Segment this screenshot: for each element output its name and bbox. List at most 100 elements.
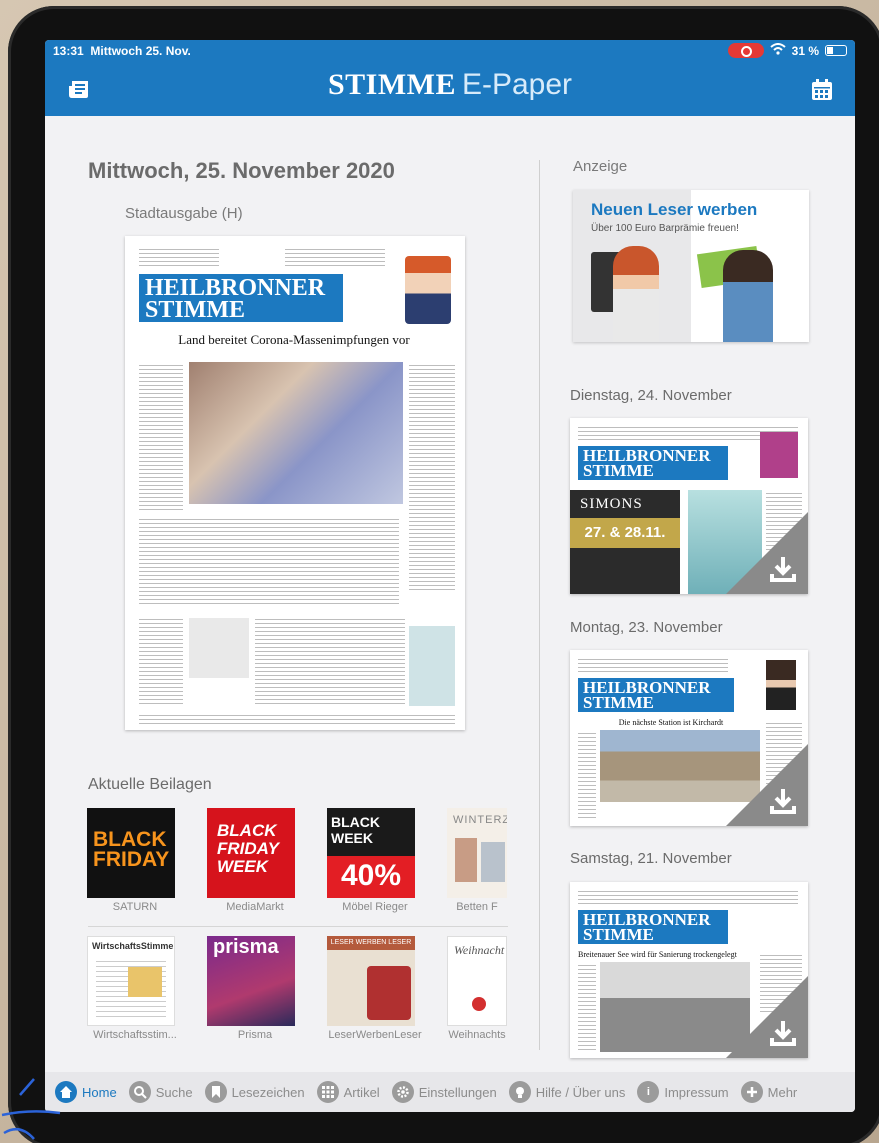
ad-subtitle: Über 100 Euro Barprämie freuen!	[591, 223, 739, 234]
search-icon	[128, 1081, 151, 1103]
past-issue-cover[interactable]: HEILBRONNER STIMME Breitenauer See wird f…	[570, 882, 808, 1058]
insert-label: Betten F	[456, 901, 498, 913]
edition-label: Stadtausgabe (H)	[125, 205, 243, 222]
insert-thumbnail: BLACK FRIDAY	[87, 808, 175, 898]
issue-date-title: Mittwoch, 25. November 2020	[88, 158, 395, 183]
gear-icon	[391, 1081, 414, 1103]
app-screen: 13:31 Mittwoch 25. Nov. 31 % STIMME E-Pap…	[45, 40, 855, 1112]
insert-thumbnail: LESER WERBEN LESER	[327, 936, 415, 1026]
cover-text-column	[139, 616, 183, 706]
past-issue-label: Montag, 23. November	[570, 619, 723, 636]
ad-person-image	[613, 246, 659, 342]
download-icon[interactable]	[768, 1018, 798, 1048]
past-issue-cover[interactable]: HEILBRONNER STIMME Die nächste Station is…	[570, 650, 808, 826]
cover-ad-box	[409, 626, 455, 706]
status-indicators: 31 %	[727, 43, 847, 58]
app-header: 13:31 Mittwoch 25. Nov. 31 % STIMME E-Pap…	[45, 40, 855, 116]
tab-label: Impressum	[664, 1084, 729, 1100]
insert-mediamarkt[interactable]: BLACK FRIDAY WEEK MediaMarkt	[207, 808, 303, 913]
cover-text-block	[139, 516, 399, 606]
tab-mehr[interactable]: Mehr	[740, 1081, 798, 1103]
help-icon	[508, 1081, 531, 1103]
cover-masthead: HEILBRONNER STIMME	[578, 910, 728, 944]
download-icon[interactable]	[768, 554, 798, 584]
insert-weihnachts[interactable]: Weihnacht Weihnachts	[447, 936, 507, 1041]
tab-einstellungen[interactable]: Einstellungen	[391, 1081, 497, 1103]
insert-leser-werben-leser[interactable]: LESER WERBEN LESER LeserWerbenLeser	[327, 936, 423, 1041]
tab-label: Hilfe / Über uns	[535, 1084, 626, 1100]
insert-prisma[interactable]: prisma Prisma	[207, 936, 303, 1041]
cover-teaser-text	[578, 888, 798, 904]
cover-text-column	[578, 962, 596, 1052]
tab-label: Einstellungen	[418, 1084, 497, 1100]
insert-label: Möbel Rieger	[342, 901, 408, 913]
recording-icon	[727, 43, 764, 58]
cover-portrait-image	[405, 256, 451, 324]
grid-icon	[316, 1081, 339, 1103]
tab-hilfe[interactable]: Hilfe / Über uns	[508, 1081, 626, 1103]
ad-person-image	[723, 250, 773, 342]
insert-thumbnail: WirtschaftsStimme	[87, 936, 175, 1026]
ad-title: Neuen Leser werben	[591, 200, 758, 219]
bottom-tab-bar: Home Suche Lesezeichen Artikel Einstellu…	[45, 1072, 855, 1112]
current-issue-cover[interactable]: HEILBRONNER STIMME Land bereitet Corona-…	[125, 236, 465, 730]
insert-label: Weihnachts	[448, 1029, 506, 1041]
insert-thumbnail: BLACK WEEK 40%	[327, 808, 415, 898]
column-divider	[539, 160, 540, 1050]
insert-wirtschaftsstimme[interactable]: WirtschaftsStimme Wirtschaftsstim...	[87, 936, 183, 1041]
tab-label: Suche	[155, 1084, 193, 1100]
cover-teaser-text	[139, 246, 219, 266]
app-title: STIMME E-Paper	[327, 68, 573, 101]
insert-thumbnail: Weihnacht	[447, 936, 507, 1026]
tab-label: Mehr	[767, 1084, 798, 1100]
insert-moebel-rieger[interactable]: BLACK WEEK 40% Möbel Rieger	[327, 808, 423, 913]
inserts-row-divider	[88, 926, 508, 927]
cover-teaser-text	[285, 246, 385, 266]
inserts-section-title: Aktuelle Beilagen	[88, 776, 212, 793]
cover-ad-box	[189, 618, 249, 678]
tab-suche[interactable]: Suche	[128, 1081, 193, 1103]
tab-artikel[interactable]: Artikel	[316, 1081, 380, 1103]
cover-text-column	[578, 730, 596, 820]
download-icon[interactable]	[768, 786, 798, 816]
pen-scribble	[1, 1078, 61, 1140]
insert-betten[interactable]: WINTERZA Betten F	[447, 808, 507, 913]
cover-masthead: HEILBRONNER STIMME	[139, 274, 343, 322]
tab-label: Home	[82, 1084, 117, 1100]
insert-thumbnail: BLACK FRIDAY WEEK	[207, 808, 295, 898]
calendar-icon[interactable]	[810, 78, 834, 100]
insert-label: Wirtschaftsstim...	[93, 1029, 177, 1041]
cover-portrait-image	[766, 660, 796, 710]
ad-banner[interactable]: Neuen Leser werben Über 100 Euro Barpräm…	[573, 190, 809, 342]
cover-masthead: HEILBRONNER STIMME	[578, 446, 728, 480]
cover-headline: Die nächste Station ist Kirchardt	[618, 718, 724, 727]
past-issue-cover[interactable]: HEILBRONNER STIMME SIMONS 27. & 28.11.	[570, 418, 808, 594]
cover-photo	[189, 362, 403, 504]
wifi-icon	[769, 43, 786, 58]
cover-masthead: HEILBRONNER STIMME	[578, 678, 734, 712]
cover-text-column	[409, 362, 455, 592]
past-issue-label: Samstag, 21. November	[570, 850, 732, 867]
cover-footer-text	[139, 712, 455, 724]
info-icon: i	[637, 1081, 660, 1103]
cover-text-column	[139, 362, 183, 512]
insert-saturn[interactable]: BLACK FRIDAY SATURN	[87, 808, 183, 913]
cover-date-box	[350, 276, 410, 320]
insert-label: MediaMarkt	[226, 901, 284, 913]
tab-label: Artikel	[343, 1084, 380, 1100]
plus-icon	[740, 1081, 763, 1103]
ad-label: Anzeige	[573, 158, 628, 175]
insert-label: LeserWerbenLeser	[328, 1029, 422, 1041]
cover-ad-image	[760, 432, 798, 478]
past-issue-label: Dienstag, 24. November	[570, 387, 732, 404]
battery-icon	[825, 45, 847, 56]
cover-headline: Land bereitet Corona-Massenimpfungen vor	[178, 332, 410, 347]
cover-ad-box: SIMONS 27. & 28.11.	[570, 490, 680, 594]
cover-teaser-text	[578, 656, 728, 672]
cover-text-block	[255, 616, 405, 706]
tab-impressum[interactable]: i Impressum	[637, 1081, 729, 1103]
status-time: 13:31 Mittwoch 25. Nov.	[53, 44, 191, 58]
insert-thumbnail: prisma	[207, 936, 295, 1026]
insert-label: SATURN	[112, 901, 158, 913]
tab-lesezeichen[interactable]: Lesezeichen	[204, 1081, 305, 1103]
